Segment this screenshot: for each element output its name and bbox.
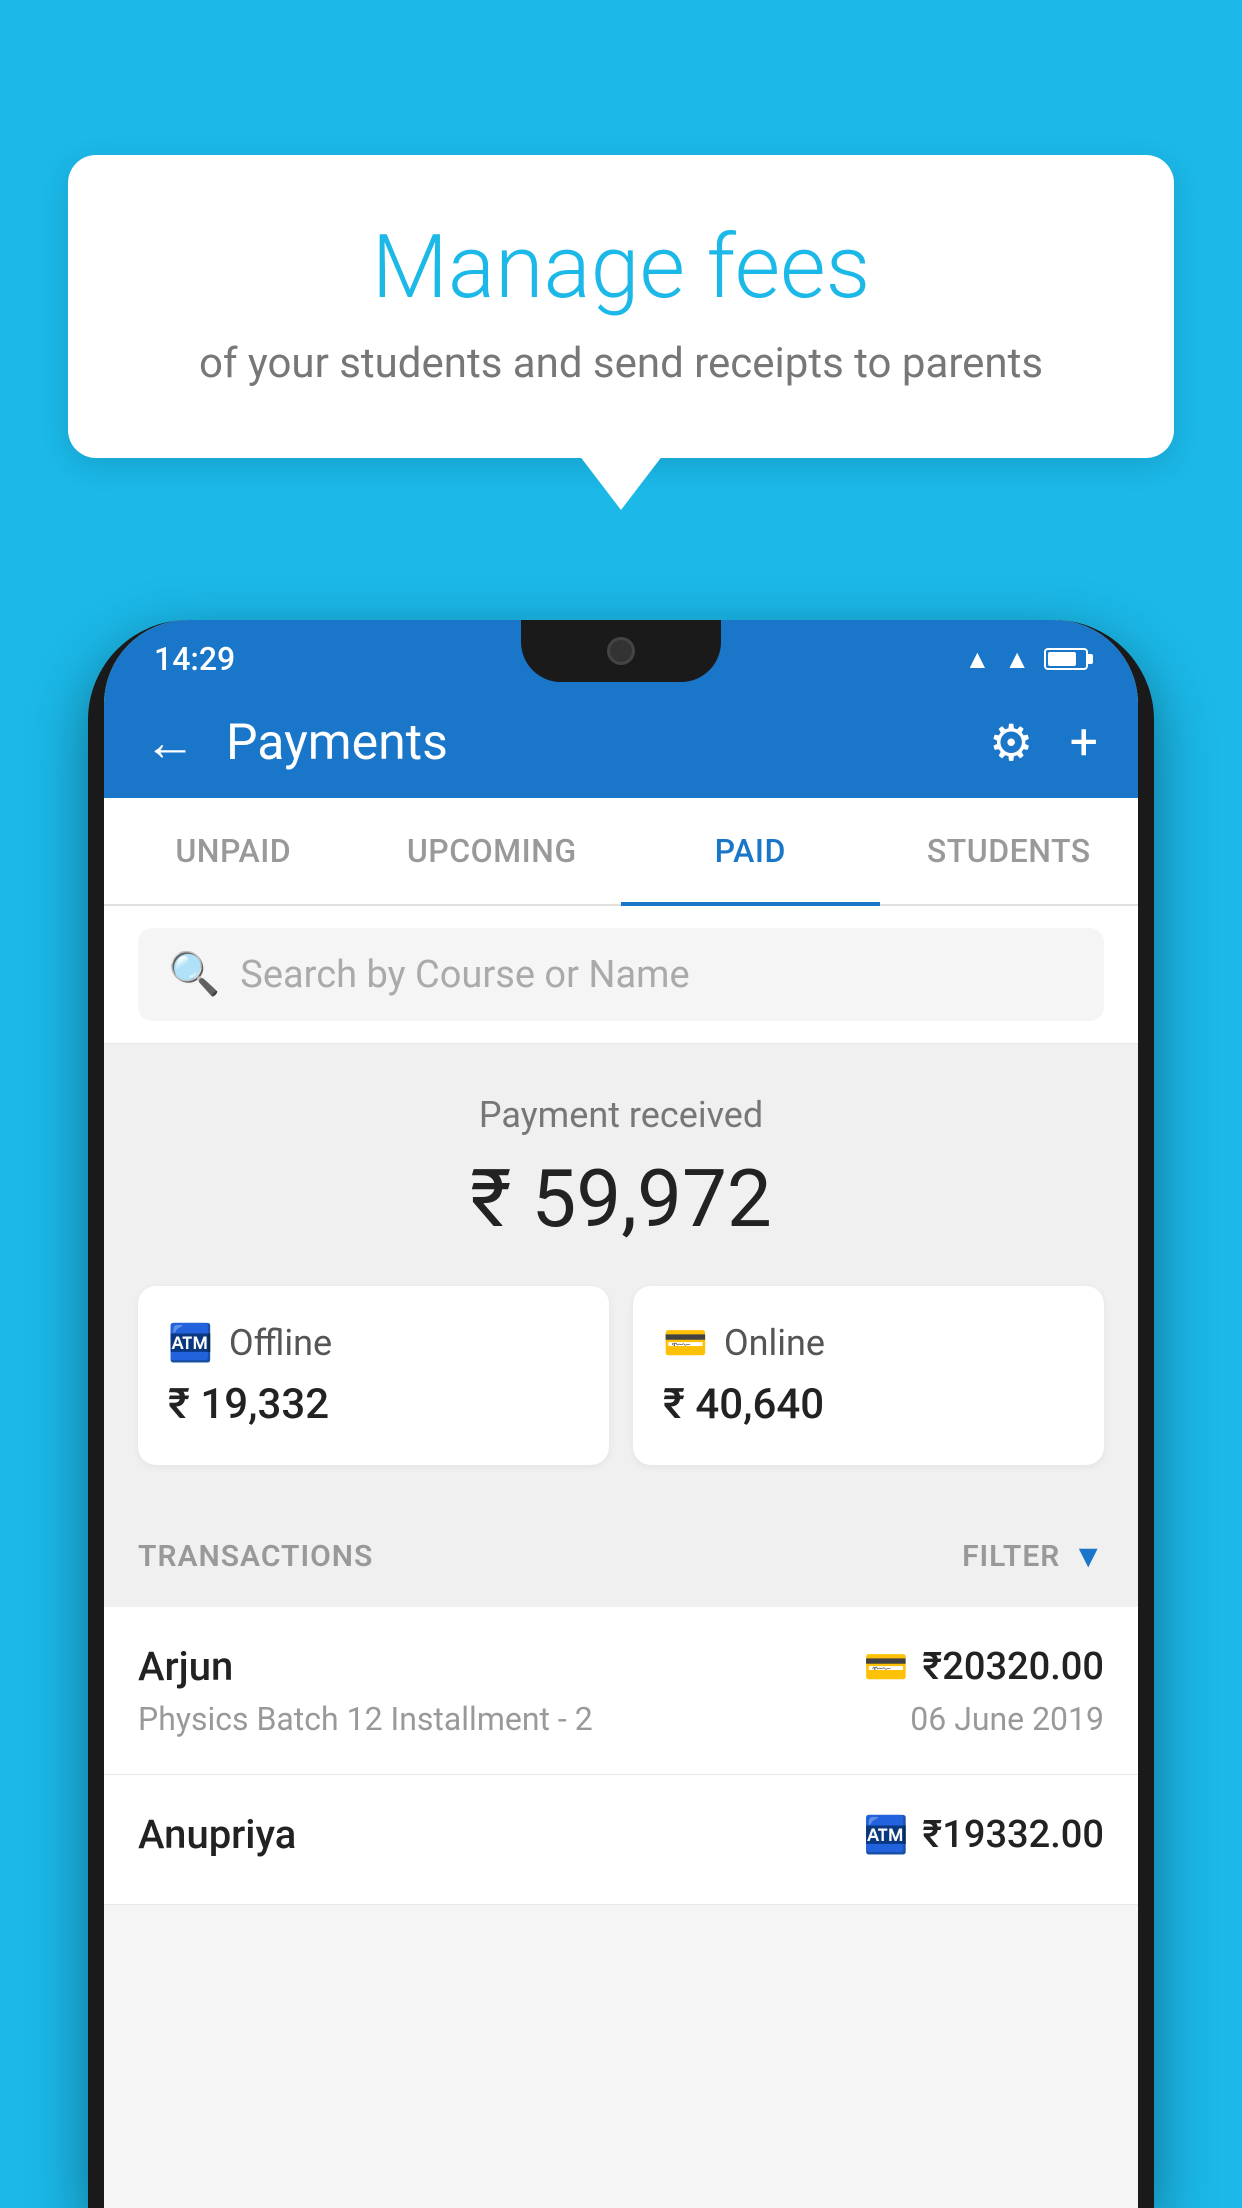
payment-type-icon-2: 🏧 <box>864 1814 909 1856</box>
transaction-date: 06 June 2019 <box>910 1700 1104 1738</box>
transaction-amount-2: ₹19332.00 <box>922 1813 1104 1857</box>
payment-received-label: Payment received <box>138 1094 1104 1136</box>
wifi-icon: ▲ <box>965 644 991 675</box>
tabs: UNPAID UPCOMING PAID STUDENTS <box>104 798 1138 906</box>
search-input[interactable]: Search by Course or Name <box>240 953 689 997</box>
filter-label: FILTER <box>962 1539 1060 1574</box>
online-card: 💳 Online ₹ 40,640 <box>633 1286 1104 1465</box>
offline-card: 🏧 Offline ₹ 19,332 <box>138 1286 609 1465</box>
tab-unpaid[interactable]: UNPAID <box>104 798 363 904</box>
speech-bubble: Manage fees of your students and send re… <box>68 155 1174 458</box>
status-icons: ▲ ▲ <box>965 644 1088 675</box>
payment-summary: Payment received ₹ 59,972 🏧 Offline ₹ 19… <box>104 1044 1138 1505</box>
offline-card-header: 🏧 Offline <box>168 1322 332 1364</box>
transaction-detail: Physics Batch 12 Installment - 2 <box>138 1700 593 1738</box>
transaction-name-2: Anupriya <box>138 1811 296 1858</box>
payment-total-amount: ₹ 59,972 <box>138 1152 1104 1246</box>
app-title: Payments <box>226 714 959 772</box>
table-row[interactable]: Arjun 💳 ₹20320.00 Physics Batch 12 Insta… <box>104 1607 1138 1775</box>
phone-screen: 14:29 ▲ ▲ ← Payments ⚙ + UNPAID UPCOMING <box>104 620 1138 2208</box>
transaction-right: 💳 ₹20320.00 <box>864 1645 1104 1689</box>
payment-cards: 🏧 Offline ₹ 19,332 💳 Online ₹ 40,640 <box>138 1286 1104 1465</box>
tab-paid[interactable]: PAID <box>621 798 880 904</box>
status-time: 14:29 <box>154 640 235 678</box>
bubble-title: Manage fees <box>148 220 1094 317</box>
bubble-subtitle: of your students and send receipts to pa… <box>148 339 1094 388</box>
transaction-amount: ₹20320.00 <box>922 1645 1104 1689</box>
online-icon: 💳 <box>663 1322 708 1364</box>
notch <box>521 620 721 682</box>
signal-icon: ▲ <box>1004 644 1030 675</box>
transactions-header: TRANSACTIONS FILTER ▼ <box>104 1505 1138 1607</box>
search-icon: 🔍 <box>168 950 220 999</box>
search-container: 🔍 Search by Course or Name <box>104 906 1138 1044</box>
online-label: Online <box>724 1322 825 1364</box>
transaction-right-2: 🏧 ₹19332.00 <box>864 1813 1104 1857</box>
transaction-name: Arjun <box>138 1643 233 1690</box>
battery-icon <box>1044 648 1088 670</box>
add-icon[interactable]: + <box>1070 714 1098 772</box>
online-card-header: 💳 Online <box>663 1322 825 1364</box>
app-bar-icons: ⚙ + <box>989 714 1098 773</box>
transactions-label: TRANSACTIONS <box>138 1539 373 1574</box>
online-amount: ₹ 40,640 <box>663 1380 824 1429</box>
app-bar: ← Payments ⚙ + <box>104 688 1138 798</box>
payment-type-icon: 💳 <box>864 1646 909 1688</box>
transaction-top: Arjun 💳 ₹20320.00 <box>138 1643 1104 1690</box>
filter-icon: ▼ <box>1072 1537 1104 1575</box>
tab-students[interactable]: STUDENTS <box>880 798 1139 904</box>
back-button[interactable]: ← <box>144 717 196 769</box>
offline-icon: 🏧 <box>168 1322 213 1364</box>
tab-upcoming[interactable]: UPCOMING <box>363 798 622 904</box>
search-bar[interactable]: 🔍 Search by Course or Name <box>138 928 1104 1021</box>
offline-label: Offline <box>229 1322 332 1364</box>
table-row[interactable]: Anupriya 🏧 ₹19332.00 <box>104 1775 1138 1905</box>
transaction-bottom: Physics Batch 12 Installment - 2 06 June… <box>138 1700 1104 1738</box>
offline-amount: ₹ 19,332 <box>168 1380 329 1429</box>
settings-icon[interactable]: ⚙ <box>989 714 1034 773</box>
camera <box>607 637 635 665</box>
filter-button[interactable]: FILTER ▼ <box>962 1537 1104 1575</box>
transaction-top-2: Anupriya 🏧 ₹19332.00 <box>138 1811 1104 1858</box>
phone-frame: 14:29 ▲ ▲ ← Payments ⚙ + UNPAID UPCOMING <box>88 620 1154 2208</box>
